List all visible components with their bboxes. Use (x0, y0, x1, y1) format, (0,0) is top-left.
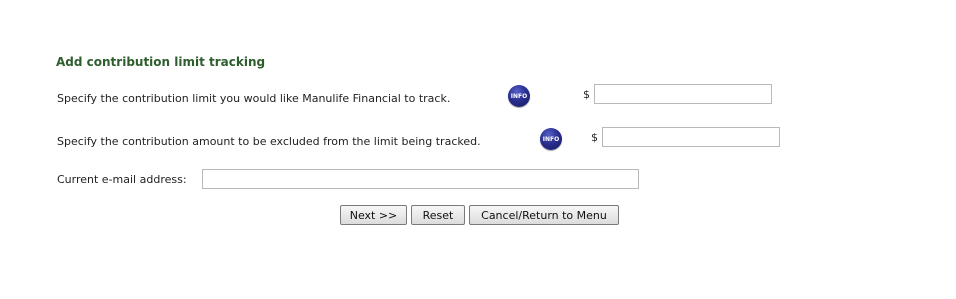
next-button[interactable]: Next >> (340, 205, 407, 225)
info-icon-text: INFO (542, 135, 560, 143)
contribution-limit-input[interactable] (594, 84, 772, 104)
email-field[interactable] (202, 169, 639, 189)
cancel-return-to-menu-button[interactable]: Cancel/Return to Menu (469, 205, 619, 225)
currency-symbol: $ (591, 131, 598, 144)
info-icon[interactable]: INFO (508, 85, 530, 107)
form-title: Add contribution limit tracking (56, 55, 266, 69)
info-icon[interactable]: INFO (540, 128, 562, 150)
info-icon-text: INFO (510, 92, 528, 100)
currency-symbol: $ (583, 88, 590, 101)
email-label: Current e-mail address: (57, 173, 187, 186)
excluded-amount-input[interactable] (602, 127, 780, 147)
limit-label: Specify the contribution limit you would… (57, 92, 451, 105)
reset-button[interactable]: Reset (411, 205, 465, 225)
excluded-amount-label: Specify the contribution amount to be ex… (57, 135, 481, 148)
